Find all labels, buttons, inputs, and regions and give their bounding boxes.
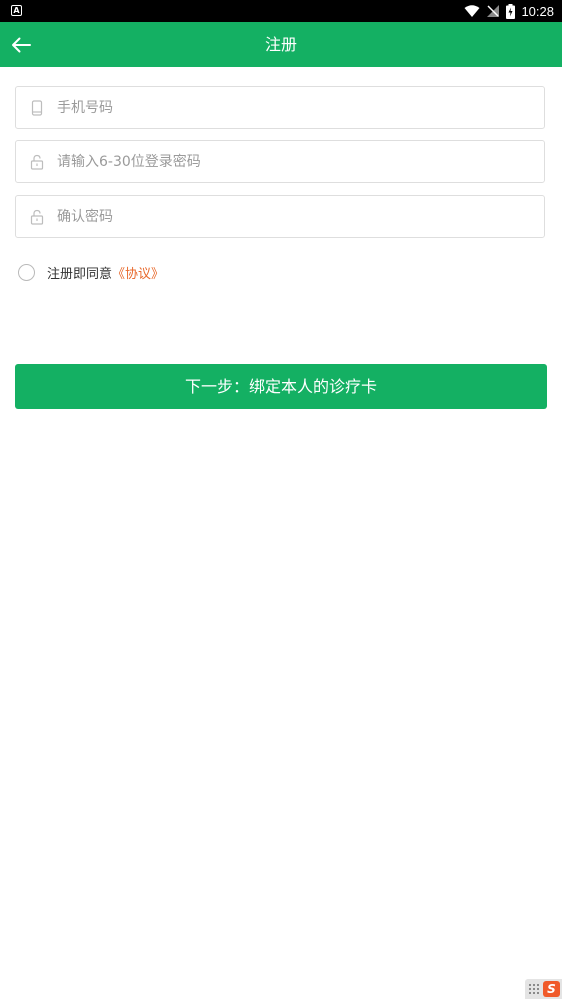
agreement-row: 注册即同意 《协议》 [18, 262, 164, 282]
app-bar: 注册 [0, 22, 562, 67]
confirm-password-field [15, 195, 545, 238]
status-bar: A 10:28 [0, 0, 562, 22]
status-icons: 10:28 [464, 0, 554, 22]
confirm-password-input[interactable] [57, 196, 527, 237]
password-input[interactable] [57, 141, 527, 182]
phone-icon [31, 100, 43, 116]
page-title: 注册 [264, 35, 297, 54]
agreement-radio[interactable] [18, 263, 35, 281]
lock-icon [30, 209, 44, 225]
password-field [15, 140, 545, 183]
status-time: 10:28 [521, 3, 554, 19]
arrow-left-icon [12, 37, 31, 53]
sogou-logo-icon: S [543, 981, 560, 997]
keyboard-icon [529, 984, 539, 994]
wifi-icon [464, 4, 480, 17]
agreement-link[interactable]: 《协议》 [112, 263, 164, 282]
phone-input[interactable] [57, 87, 527, 128]
input-method-indicator[interactable]: S [525, 979, 562, 999]
next-step-button[interactable]: 下一步：绑定本人的诊疗卡 [15, 364, 547, 409]
lock-icon [30, 154, 44, 170]
back-button[interactable] [6, 30, 36, 60]
notification-icon: A [11, 5, 22, 16]
agreement-text: 注册即同意 [47, 266, 113, 282]
no-signal-icon [487, 5, 500, 17]
phone-field [15, 86, 545, 129]
battery-charging-icon [506, 3, 516, 19]
